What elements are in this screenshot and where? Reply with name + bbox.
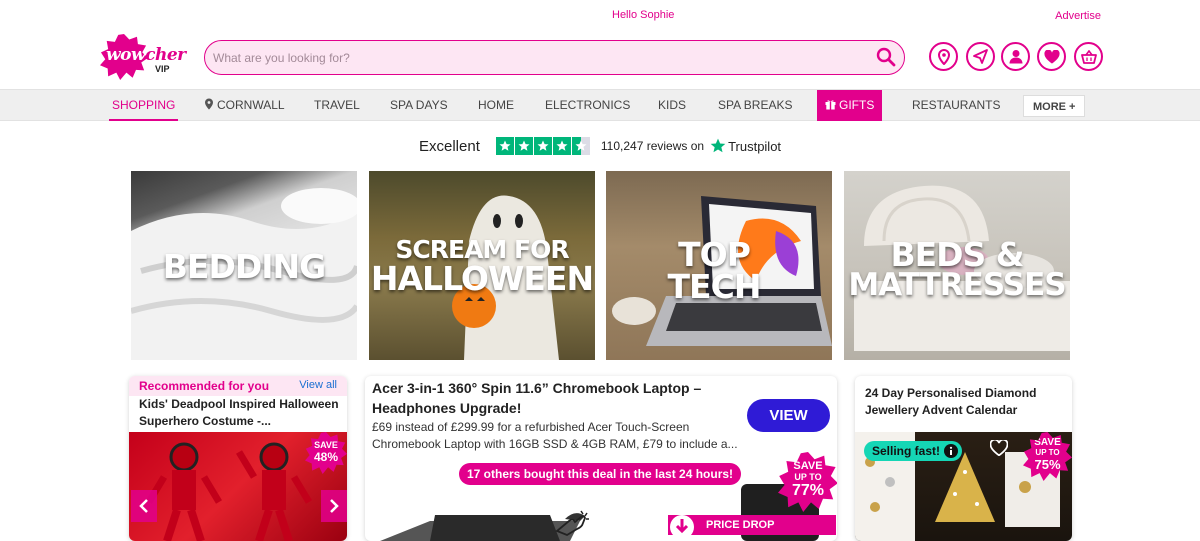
wishlist-heart-icon[interactable] [1037, 42, 1066, 71]
view-all-link[interactable]: View all [299, 379, 337, 391]
tile-bedding[interactable]: BEDDING [131, 171, 357, 360]
recommended-heading: Recommended for you [139, 379, 270, 393]
advent-deal-title[interactable]: 24 Day Personalised Diamond Jewellery Ad… [865, 385, 1055, 419]
search-input[interactable] [213, 48, 853, 67]
nav-item-kids[interactable]: KIDS [658, 90, 686, 121]
tile-halloween[interactable]: SCREAM FOR HALLOWEEN [369, 171, 595, 360]
trustpilot-brand: Trustpilot [728, 138, 782, 154]
account-icon[interactable] [1001, 42, 1030, 71]
tile-beds-label-2: MATTRESSES [848, 267, 1066, 303]
star-icon [495, 137, 514, 155]
others-bought-badge: 17 others bought this deal in the last 2… [459, 463, 742, 485]
selling-fast-badge: Selling fast! [864, 441, 963, 461]
save-badge-value: 48% [313, 450, 339, 464]
trustpilot-logo: Trustpilot [710, 138, 781, 154]
nav-item-cornwall-label: CORNWALL [217, 98, 285, 112]
price-drop-label: PRICE DROP [706, 519, 775, 531]
recommended-header: Recommended for you View all [129, 376, 347, 396]
nav-item-cornwall[interactable]: CORNWALL [204, 90, 285, 121]
send-icon[interactable] [966, 42, 995, 71]
trustpilot-star-icon [710, 138, 726, 153]
basket-icon[interactable] [1074, 42, 1103, 71]
location-pin-icon [205, 98, 213, 110]
save-badge-upto: UP TO [1035, 448, 1060, 457]
category-tiles: BEDDING SCREAM FOR HALLOWEEN TOP TECH BE… [0, 171, 1200, 360]
search-icon[interactable] [876, 47, 896, 67]
nav-item-gifts[interactable]: GIFTS [817, 90, 883, 121]
nav-item-home[interactable]: HOME [478, 90, 514, 121]
star-icon [533, 137, 552, 155]
save-badge-upto: UP TO [794, 472, 822, 482]
carousel-prev-button[interactable] [131, 490, 157, 522]
tile-bedding-label: BEDDING [162, 247, 326, 286]
tile-halloween-label-2: HALLOWEEN [370, 259, 594, 298]
save-badge-label: SAVE [793, 460, 823, 472]
wishlist-heart-icon[interactable] [990, 440, 1008, 456]
wishlist-heart-icon[interactable] [753, 464, 773, 482]
laptop-deal-description: £69 instead of £299.99 for a refurbished… [372, 420, 738, 451]
logo-vip: VIP [155, 64, 170, 74]
nav-item-electronics[interactable]: ELECTRONICS [545, 90, 630, 121]
nav-item-spa-days[interactable]: SPA DAYS [390, 90, 448, 121]
header: wowcher VIP [0, 30, 1200, 88]
nav-more-button[interactable]: MORE + [1023, 95, 1086, 117]
recommended-card[interactable]: Recommended for you View all Kids' Deadp… [129, 376, 347, 541]
nav-item-gifts-label: GIFTS [839, 98, 875, 112]
carousel-next-button[interactable] [321, 490, 347, 522]
location-icon[interactable] [929, 42, 958, 71]
logo-wow: wow [106, 45, 146, 65]
advertise-link[interactable]: Advertise [1055, 10, 1101, 22]
category-nav: SHOPPING CORNWALL TRAVEL SPA DAYS HOME E… [0, 89, 1200, 121]
trustpilot-banner[interactable]: Excellent 110,247 reviews on Trustpilot [419, 137, 781, 155]
nav-item-restaurants[interactable]: RESTAURANTS [912, 90, 1000, 121]
down-arrow-icon [670, 515, 694, 535]
tile-beds[interactable]: BEDS & MATTRESSES [844, 171, 1070, 360]
nav-item-spa-breaks[interactable]: SPA BREAKS [718, 90, 792, 121]
trustpilot-rating-word: Excellent [419, 137, 480, 155]
star-icon [514, 137, 533, 155]
top-bar: Hello Sophie Advertise [0, 0, 1200, 30]
info-icon [944, 444, 959, 458]
chevron-right-icon [330, 499, 339, 513]
greeting-text: Hello Sophie [612, 9, 675, 21]
logo-wordmark: wowcher [106, 45, 186, 65]
tile-tech[interactable]: TOP TECH [606, 171, 832, 360]
trustpilot-review-count: 110,247 reviews on [600, 139, 705, 153]
hand-pointer-icon [555, 510, 589, 537]
half-star-icon [571, 137, 590, 155]
chevron-left-icon [139, 499, 148, 513]
view-deal-button[interactable]: VIEW [747, 399, 830, 432]
tile-tech-label-2: TECH [667, 267, 762, 306]
laptop-product-image [380, 513, 585, 541]
nav-item-shopping[interactable]: SHOPPING [109, 90, 179, 121]
laptop-deal-title[interactable]: Acer 3-in-1 360° Spin 11.6” Chromebook L… [372, 378, 707, 418]
price-drop-banner: PRICE DROP [668, 515, 836, 535]
logo-cher: cher [145, 45, 186, 65]
search-bar [204, 40, 905, 75]
recommended-deal-title[interactable]: Kids' Deadpool Inspired Halloween Superh… [139, 396, 344, 430]
nav-item-travel[interactable]: TRAVEL [314, 90, 360, 121]
gift-icon [825, 100, 836, 110]
star-icon [552, 137, 571, 155]
selling-fast-label: Selling fast! [872, 444, 941, 458]
wowcher-vip-logo[interactable]: wowcher VIP [100, 34, 186, 80]
trustpilot-stars [495, 137, 591, 155]
